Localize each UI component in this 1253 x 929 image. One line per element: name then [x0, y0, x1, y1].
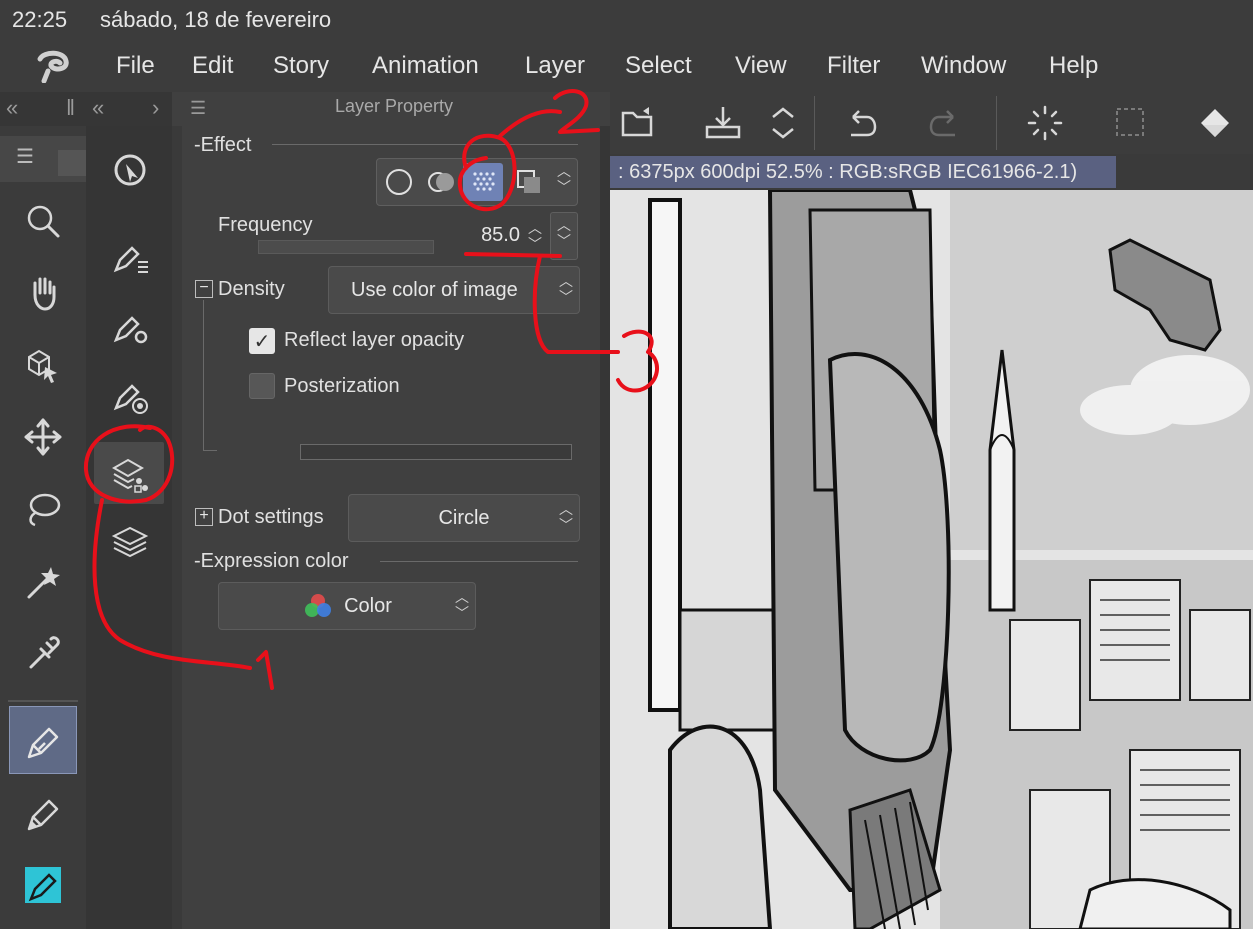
brush-size-icon[interactable] — [108, 374, 152, 418]
status-date: sábado, 18 de fevereiro — [100, 7, 332, 32]
expression-color-arrows-icon: ︿ ﹀ — [455, 589, 469, 621]
density-collapse-icon[interactable]: − — [195, 280, 213, 298]
status-bar: 22:25 sábado, 18 de fevereiro — [0, 0, 1253, 40]
pen-icon[interactable] — [18, 716, 68, 766]
density-tree-line — [203, 300, 204, 450]
posterization-slider[interactable] — [300, 444, 572, 460]
menu-view[interactable]: View — [735, 52, 787, 80]
tool-separator — [8, 700, 78, 702]
menu-story[interactable]: Story — [273, 52, 329, 80]
pencil-icon[interactable] — [18, 788, 68, 838]
hand-icon[interactable] — [18, 268, 68, 318]
frequency-label: Frequency — [218, 214, 313, 236]
posterization-checkbox[interactable] — [249, 373, 275, 399]
menu-file[interactable]: File — [116, 52, 155, 80]
density-label: Density — [218, 278, 285, 300]
effect-label: -Effect — [194, 134, 252, 156]
expression-color-label: -Expression color — [194, 550, 349, 572]
canvas-info-bar: : 6375px 600dpi 52.5% : RGB:sRGB IEC6196… — [610, 156, 1116, 188]
dot-settings-arrows-icon: ︿ ﹀ — [559, 501, 573, 533]
panel-title: Layer Property — [334, 96, 454, 116]
dot-settings-expand-icon[interactable]: + — [195, 508, 213, 526]
palette-collapse-row: « ‖ « › — [0, 92, 172, 126]
frequency-slider[interactable] — [258, 240, 434, 254]
expression-color-rule — [380, 561, 578, 562]
brush-icon[interactable] — [18, 860, 68, 910]
dot-settings-label: Dot settings — [218, 506, 324, 528]
selection-icon[interactable] — [1108, 100, 1154, 146]
reflect-opacity-checkbox[interactable]: ✓ — [249, 328, 275, 354]
navigator-icon[interactable] — [108, 148, 152, 192]
canvas-toolbar — [610, 92, 1253, 154]
layer-property-icon[interactable] — [108, 452, 152, 496]
menu-filter[interactable]: Filter — [827, 52, 880, 80]
toolbar-separator-1 — [814, 96, 815, 150]
dot-settings-value: Circle — [438, 506, 490, 529]
density-dropdown[interactable]: Use color of image ︿ ﹀ — [328, 266, 580, 314]
reflect-opacity-label: Reflect layer opacity — [284, 329, 465, 351]
toolbar-separator-2 — [996, 96, 997, 150]
expression-color-dropdown[interactable]: Color ︿ ﹀ — [218, 582, 476, 630]
effect-button-group: ︿ ﹀ — [376, 158, 578, 206]
frequency-stepper[interactable]: ︿ ﹀ — [550, 212, 578, 260]
effect-rule — [272, 144, 578, 145]
menu-bar: File Edit Story Animation Layer Select V… — [0, 40, 1253, 92]
object-select-icon[interactable] — [18, 340, 68, 390]
posterization-label: Posterization — [284, 375, 400, 397]
app-logo-icon[interactable] — [34, 49, 74, 84]
undo-icon[interactable] — [838, 100, 884, 146]
dot-settings-dropdown[interactable]: Circle ︿ ﹀ — [348, 494, 580, 542]
layers-icon[interactable] — [108, 520, 152, 564]
panel-gutter — [172, 126, 182, 929]
panel-scrollbar[interactable] — [600, 126, 610, 929]
expand-right-icon[interactable]: › — [152, 95, 159, 121]
menu-layer[interactable]: Layer — [525, 52, 585, 80]
collapse-sub-icon[interactable]: « — [92, 95, 104, 121]
density-arrows-icon: ︿ ﹀ — [559, 273, 573, 305]
sub-tool-detail-icon[interactable] — [108, 304, 152, 348]
zoom-icon[interactable] — [18, 196, 68, 246]
collapse-left-icon[interactable]: « — [6, 95, 18, 121]
move-icon[interactable] — [18, 412, 68, 462]
density-tree-end — [203, 450, 217, 451]
effect-spinner-icon[interactable]: ︿ ﹀ — [551, 163, 577, 195]
frequency-inline-spinner-icon[interactable]: ︿ ﹀ — [522, 220, 548, 252]
tool-property-icon[interactable] — [108, 234, 152, 278]
palette-menu-icon[interactable]: ☰ — [16, 144, 34, 169]
status-time: 22:25 — [12, 7, 68, 32]
density-value: Use color of image — [351, 278, 518, 301]
palette-grip-icon[interactable]: ‖ — [66, 95, 75, 121]
menu-edit[interactable]: Edit — [192, 52, 233, 80]
menu-animation[interactable]: Animation — [372, 52, 479, 80]
canvas-area[interactable] — [610, 190, 1253, 929]
tool-tab-pen-icon[interactable] — [58, 150, 86, 176]
frequency-stepper-arrows-icon: ︿ ﹀ — [557, 217, 571, 249]
border-circle-icon[interactable] — [379, 163, 419, 201]
menu-select[interactable]: Select — [625, 52, 692, 80]
redo-icon[interactable] — [922, 100, 968, 146]
color-blend-icon[interactable] — [421, 163, 461, 201]
menu-help[interactable]: Help — [1049, 52, 1098, 80]
expression-color-value: Color — [344, 594, 392, 617]
color-circles-icon — [302, 591, 334, 621]
eyedropper-icon[interactable] — [18, 628, 68, 678]
magic-wand-icon[interactable] — [18, 556, 68, 606]
tone-dots-icon[interactable] — [463, 163, 503, 201]
open-file-icon[interactable] — [616, 100, 662, 146]
menu-window[interactable]: Window — [921, 52, 1006, 80]
loading-icon[interactable] — [1022, 100, 1068, 146]
layer-copy-icon[interactable] — [509, 163, 549, 201]
more-icon[interactable] — [760, 100, 806, 146]
save-icon[interactable] — [700, 100, 746, 146]
lasso-icon[interactable] — [18, 484, 68, 534]
fill-icon[interactable] — [1192, 100, 1238, 146]
tool-tab-row: ☰ — [0, 136, 86, 182]
